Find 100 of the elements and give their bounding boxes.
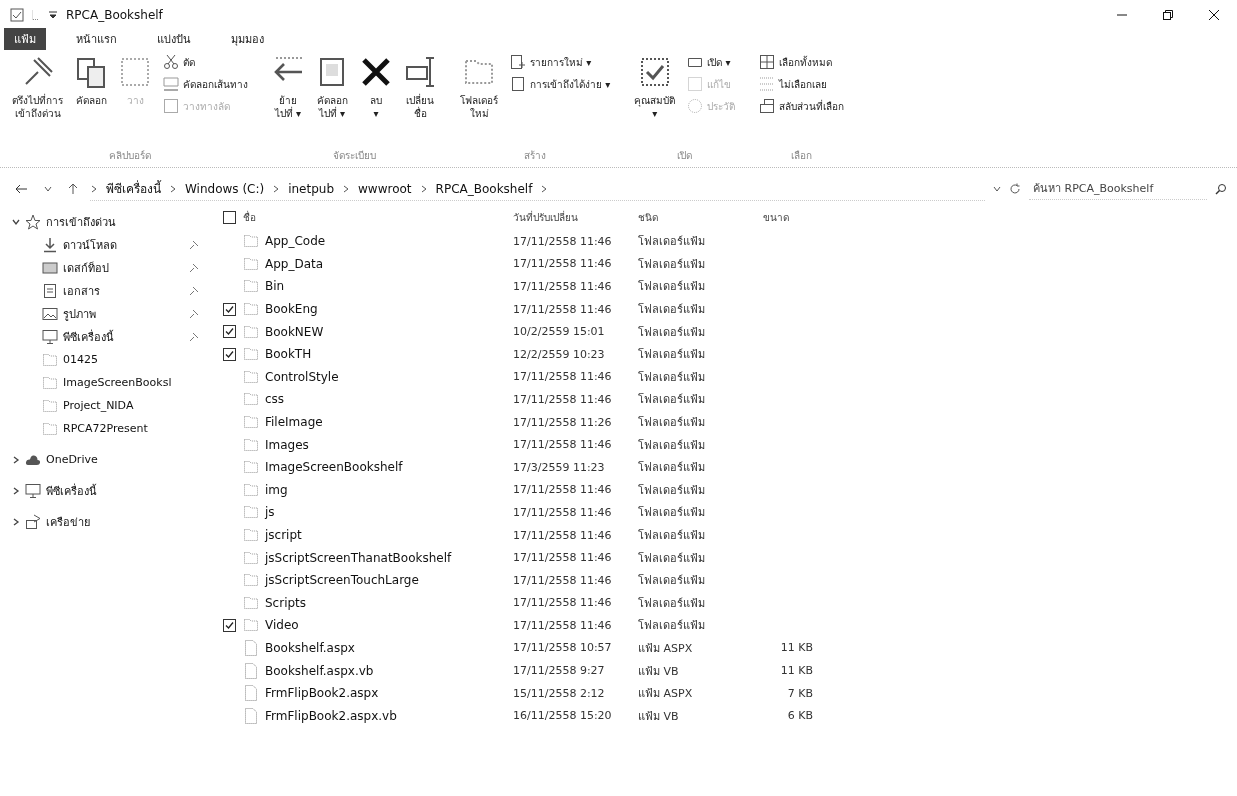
address-bar[interactable]: พีซีเครื่องนี้ Windows (C:) inetpub wwwroot RPCA_Bookshelf [90,177,985,201]
file-menu-button[interactable]: แฟ้ม [4,28,46,50]
file-name[interactable]: css [265,392,285,407]
ribbon-tab[interactable]: แบ่งปัน [147,28,201,50]
file-name[interactable]: BookEng [265,302,318,317]
group-label: เปิด [676,149,694,163]
nav-item[interactable]: รูปภาพ [0,302,205,325]
checkbox[interactable] [223,347,236,361]
file-name[interactable]: ControlStyle [265,369,339,384]
date-cell: 17/11/2558 11:46 [513,573,612,587]
file-name[interactable]: Scripts [265,595,307,610]
file-name[interactable]: Bookshelf.aspx.vb [265,663,374,678]
group-label: จัดระเบียบ [331,149,377,163]
chevron-right-icon[interactable] [540,184,549,193]
chevron-down-icon[interactable] [993,186,1001,192]
date-cell: 17/11/2558 11:46 [513,392,612,406]
breadcrumb[interactable]: inetpub [288,181,335,196]
ribbon-button[interactable]: ตัด [161,52,250,72]
nav-item[interactable]: OneDrive [0,448,205,471]
nav-item[interactable]: เดสก์ท็อป [0,256,205,279]
ribbon-button[interactable]: เปิด ▾ [685,52,738,72]
properties-icon[interactable] [10,8,24,22]
file-name[interactable]: Bookshelf.aspx [265,641,355,655]
column-header[interactable]: ชื่อ [243,209,256,225]
ribbon-button[interactable]: ลบ ▾ [358,52,394,124]
date-cell: 17/11/2558 10:57 [513,641,612,655]
chevron-right-icon[interactable] [12,517,20,526]
checkbox[interactable] [223,302,236,316]
file-name[interactable]: FrmFlipBook2.aspx.vb [265,708,397,723]
nav-item[interactable]: พีซีเครื่องนี้ [0,479,205,502]
date-cell: 17/11/2558 11:46 [513,596,612,610]
nav-item[interactable]: ดาวน์โหลด [0,233,205,256]
group-label: เลือก [790,149,814,163]
file-name[interactable]: App_Data [265,256,324,271]
chevron-right-icon[interactable] [90,184,98,193]
file-name[interactable]: jsScriptScreenTouchLarge [265,573,419,588]
column-header[interactable]: ขนาด [763,209,789,225]
chevron-right-icon[interactable] [342,184,351,193]
ribbon-button[interactable]: รายการใหม่ ▾ [508,52,613,72]
type-cell: โฟลเดอร์แฟ้ม [638,303,705,317]
nav-item[interactable]: เครือข่าย [0,510,205,533]
nav-item[interactable]: ImageScreenBooksl [0,371,205,394]
ribbon-button[interactable]: โฟลเดอร์ ใหม่ [458,52,500,124]
breadcrumb[interactable]: wwwroot [358,181,412,196]
nav-item[interactable]: เอกสาร [0,279,205,302]
type-cell: โฟลเดอร์แฟ้ม [638,325,705,339]
chevron-right-icon[interactable] [419,184,428,193]
refresh-icon[interactable] [1009,183,1021,195]
file-name[interactable]: App_Code [265,234,326,249]
breadcrumb[interactable]: RPCA_Bookshelf [435,181,533,196]
file-name[interactable]: jscript [265,528,302,542]
type-cell: โฟลเดอร์แฟ้ม [638,483,705,497]
download-icon [42,236,58,253]
checkbox[interactable] [223,618,236,632]
date-cell: 17/11/2558 11:46 [513,257,612,271]
ribbon-button[interactable]: คัดลอก [73,52,109,111]
ribbon-button[interactable]: สลับส่วนที่เลือก [757,96,847,116]
ribbon-button[interactable]: คุณสมบัติ ▾ [632,52,678,124]
ribbon-tab[interactable]: หน้าแรก [66,28,127,50]
ribbon-button[interactable]: ย้าย ไปที่ ▾ [270,52,306,124]
file-name[interactable]: BookTH [265,347,312,362]
ribbon-tab[interactable]: มุมมอง [221,28,274,50]
file-name[interactable]: Video [265,618,299,633]
ribbon-button[interactable]: ตรึงไปที่การ เข้าถึงด่วน [10,52,65,124]
dropdown-icon[interactable] [48,10,58,20]
chevron-right-icon[interactable] [12,455,20,464]
file-name[interactable]: BookNEW [265,324,324,339]
nav-item[interactable]: RPCA72Present [0,417,205,440]
file-name[interactable]: FrmFlipBook2.aspx [265,686,379,701]
file-name[interactable]: Bin [265,279,285,294]
ribbon-button[interactable]: เปลี่ยน ชื่อ [402,52,438,124]
file-name[interactable]: ImageScreenBookshelf [265,460,403,475]
nav-item[interactable]: การเข้าถึงด่วน [0,210,205,233]
checkbox[interactable] [223,210,236,224]
column-header[interactable]: ชนิด [638,209,658,225]
breadcrumb[interactable]: Windows (C:) [185,181,265,196]
nav-item[interactable]: พีซีเครื่องนี้ [0,325,205,348]
file-name[interactable]: img [265,482,288,497]
file-name[interactable]: FileImage [265,415,323,430]
ribbon-button[interactable]: คัดลอกเส้นทาง [161,74,250,94]
file-name[interactable]: jsScriptScreenThanatBookshelf [265,550,452,565]
ribbon-button[interactable]: เลือกทั้งหมด [757,52,847,72]
chevron-down-icon[interactable] [12,217,20,226]
ribbon-button[interactable]: การเข้าถึงได้ง่าย ▾ [508,74,613,94]
checkbox[interactable] [223,325,236,339]
grid-icon [759,54,776,70]
chevron-right-icon[interactable] [169,184,177,193]
type-cell: โฟลเดอร์แฟ้ม [638,529,705,542]
search-icon[interactable] [1215,183,1227,195]
ribbon-button[interactable]: ไม่เลือกเลย [757,74,847,94]
chevron-right-icon[interactable] [12,486,20,495]
nav-item[interactable]: Project_NIDA [0,394,205,417]
chevron-right-icon[interactable] [272,184,281,193]
network-icon [25,513,41,530]
file-name[interactable]: js [265,505,275,520]
nav-item[interactable]: 01425 [0,348,205,371]
column-header[interactable]: วันที่ปรับเปลี่ยน [513,209,578,225]
breadcrumb[interactable]: พีซีเครื่องนี้ [106,179,161,198]
file-name[interactable]: Images [265,437,309,452]
ribbon-button[interactable]: คัดลอก ไปที่ ▾ [314,52,350,124]
